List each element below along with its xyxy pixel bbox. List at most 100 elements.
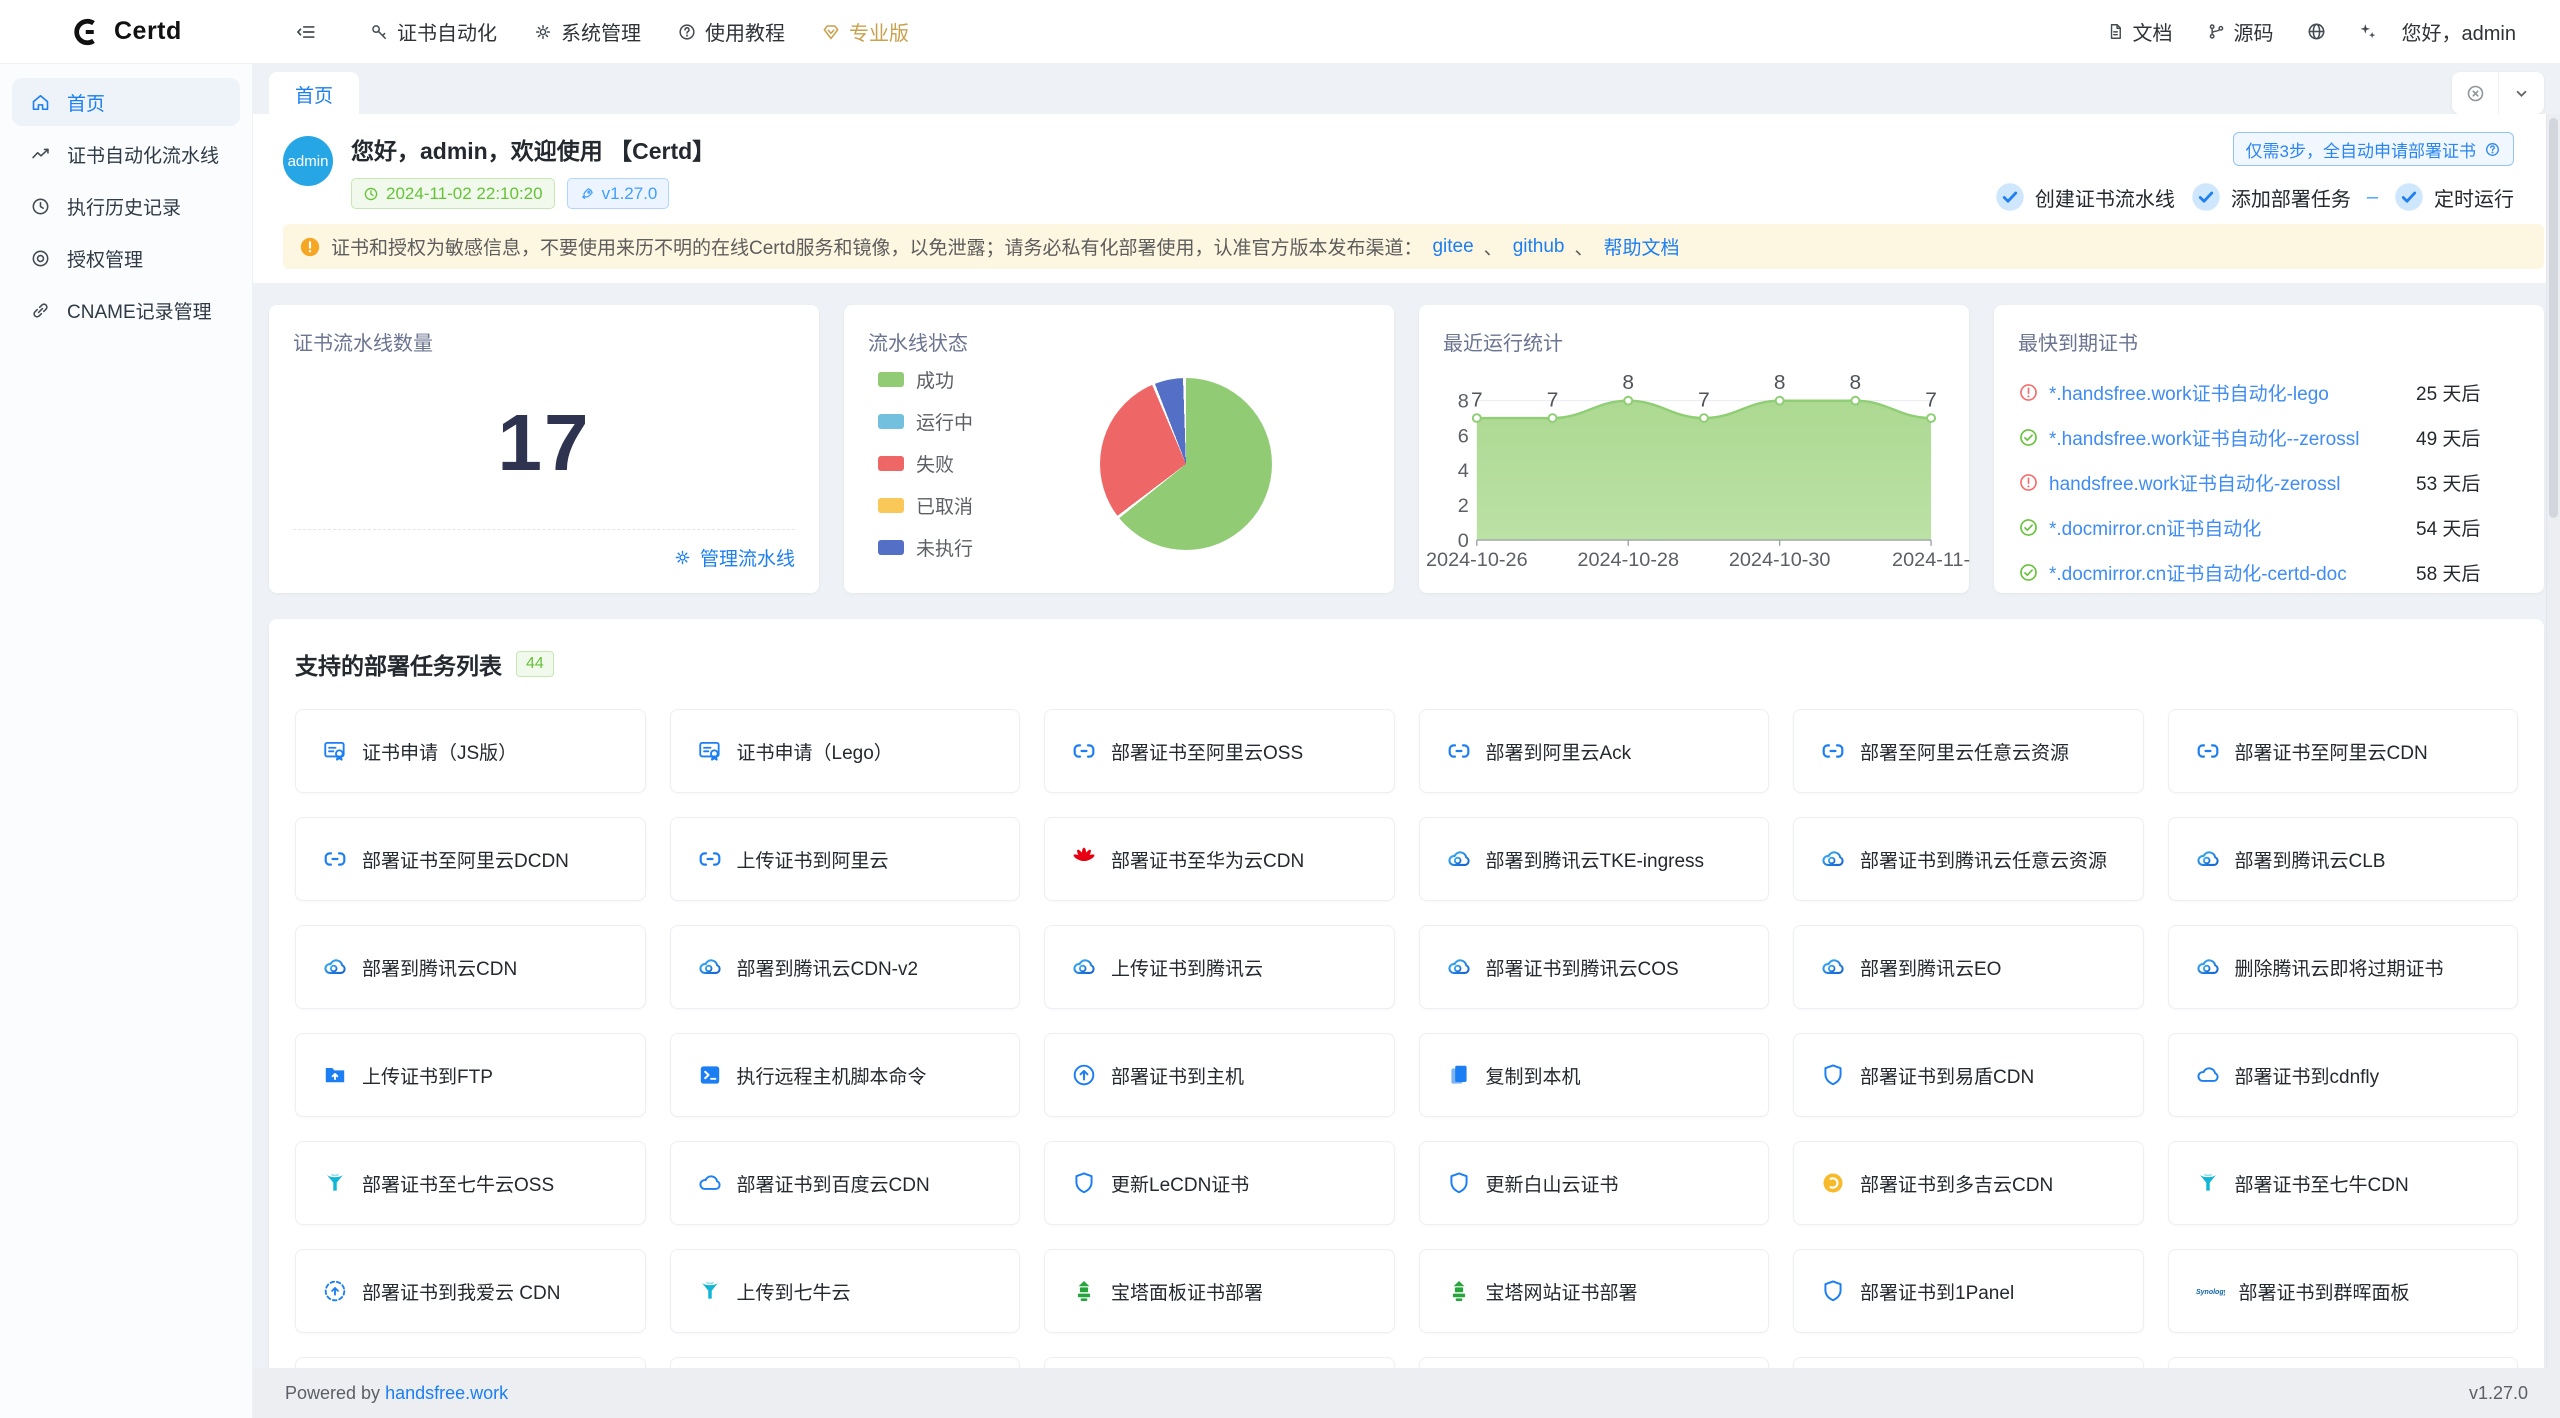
cert-pipeline-link[interactable]: *.docmirror.cn证书自动化 [2049, 514, 2406, 541]
brand[interactable]: Certd [0, 17, 253, 47]
cert-pipeline-link[interactable]: *.handsfree.work证书自动化--zerossl [2049, 424, 2406, 451]
tab-home[interactable]: 首页 [269, 72, 359, 117]
task-card[interactable]: 部署证书到易盾CDN [1793, 1033, 2144, 1117]
task-card[interactable]: 更新白山云证书 [1419, 1141, 1770, 1225]
aliyun-icon [1446, 738, 1472, 764]
task-label: 上传证书到阿里云 [737, 846, 889, 873]
rocket-icon [579, 186, 595, 202]
task-card[interactable]: 部署证书至阿里云DCDN [295, 817, 646, 901]
legend-item[interactable]: 成功 [878, 366, 973, 393]
gitee-link[interactable]: gitee [1432, 236, 1473, 258]
aliyun-icon [697, 846, 723, 872]
task-card[interactable]: 部署到阿里云Ack [1419, 709, 1770, 793]
task-card[interactable]: 部署证书到腾讯云任意云资源 [1793, 817, 2144, 901]
guide-badge[interactable]: 仅需3步，全自动申请部署证书 [2233, 132, 2514, 166]
task-card[interactable]: 部署证书到腾讯云COS [1419, 925, 1770, 1009]
task-card[interactable]: 宝塔面板证书部署 [1044, 1249, 1395, 1333]
source-label: 源码 [2234, 17, 2274, 46]
sidebar-item-cname[interactable]: CNAME记录管理 [12, 286, 240, 334]
chevron-down-icon[interactable] [2498, 72, 2544, 114]
task-card[interactable]: 上传证书到FTP [295, 1033, 646, 1117]
task-card[interactable]: 复制到本机 [1419, 1033, 1770, 1117]
expiring-certs-card: 最快到期证书 *.handsfree.work证书自动化-lego25 天后*.… [1994, 305, 2544, 593]
task-card[interactable]: 宝塔网站证书部署 [1419, 1249, 1770, 1333]
task-card[interactable]: 部署到腾讯云EO [1793, 925, 2144, 1009]
task-label: 更新LeCDN证书 [1111, 1170, 1249, 1197]
huawei-icon [1071, 846, 1097, 872]
task-card[interactable]: 部署至阿里云任意云资源 [1793, 709, 2144, 793]
task-label: 部署证书至阿里云OSS [1111, 738, 1303, 765]
legend-item[interactable]: 运行中 [878, 408, 973, 435]
task-card[interactable]: 更新LeCDN证书 [1044, 1141, 1395, 1225]
theme-sparkles-icon[interactable] [2347, 11, 2388, 52]
legend-item[interactable]: 已取消 [878, 492, 973, 519]
task-card[interactable]: 删除腾讯云即将过期证书 [2168, 925, 2519, 1009]
scrollbar-thumb[interactable] [2549, 118, 2558, 518]
task-card[interactable]: 部署到腾讯云TKE-ingress [1419, 817, 1770, 901]
recent-runs-chart[interactable]: 024682024-10-262024-10-282024-10-302024-… [1443, 360, 1945, 571]
nav-cert-automation[interactable]: 证书自动化 [355, 7, 511, 56]
task-card[interactable]: 上传证书到腾讯云 [1044, 925, 1395, 1009]
task-card[interactable]: 部署证书到cdnfly [2168, 1033, 2519, 1117]
task-card[interactable]: 部署证书到我爱云 CDN [295, 1249, 646, 1333]
manage-pipelines-link[interactable]: 管理流水线 [673, 544, 795, 571]
cert-pipeline-link[interactable]: *.docmirror.cn证书自动化-certd-doc [2049, 559, 2406, 586]
close-tabs-icon[interactable] [2452, 72, 2498, 114]
task-card-partial[interactable] [1419, 1357, 1770, 1368]
task-card[interactable]: 部署证书到百度云CDN [670, 1141, 1021, 1225]
avatar[interactable]: admin [283, 136, 333, 186]
legend-item[interactable]: 未执行 [878, 534, 973, 561]
github-link[interactable]: github [1513, 236, 1565, 258]
user-greeting[interactable]: 您好，admin [2398, 17, 2520, 46]
task-card[interactable]: 上传证书到阿里云 [670, 817, 1021, 901]
vertical-scrollbar[interactable] [2546, 114, 2560, 1368]
source-code-link[interactable]: 源码 [2195, 7, 2286, 56]
task-card-partial[interactable] [2168, 1357, 2519, 1368]
task-card[interactable]: 证书申请（JS版） [295, 709, 646, 793]
task-card[interactable]: 执行远程主机脚本命令 [670, 1033, 1021, 1117]
collapse-menu-icon[interactable] [285, 11, 327, 53]
sidebar-item-history[interactable]: 执行历史记录 [12, 182, 240, 230]
question-circle-icon [677, 22, 697, 42]
baota-icon [1071, 1278, 1097, 1304]
task-card-partial[interactable] [670, 1357, 1021, 1368]
nav-pro-version[interactable]: 专业版 [807, 7, 923, 56]
sidebar-item-home[interactable]: 首页 [12, 78, 240, 126]
legend-item[interactable]: 失败 [878, 450, 973, 477]
task-card[interactable]: 部署到腾讯云CDN-v2 [670, 925, 1021, 1009]
sidebar-item-authorization[interactable]: 授权管理 [12, 234, 240, 282]
help-doc-link[interactable]: 帮助文档 [1603, 233, 1679, 260]
task-card[interactable]: 部署到腾讯云CDN [295, 925, 646, 1009]
task-card[interactable]: 证书申请（Lego） [670, 709, 1021, 793]
language-globe-icon[interactable] [2296, 11, 2337, 52]
task-label: 证书申请（Lego） [737, 738, 893, 765]
task-card[interactable]: 部署证书至七牛CDN [2168, 1141, 2519, 1225]
sidebar-label: 授权管理 [67, 245, 143, 272]
cert-pipeline-link[interactable]: handsfree.work证书自动化-zerossl [2049, 469, 2406, 496]
sidebar-label: 证书自动化流水线 [67, 141, 219, 168]
task-card[interactable]: 部署证书到1Panel [1793, 1249, 2144, 1333]
task-card[interactable]: Synology部署证书到群晖面板 [2168, 1249, 2519, 1333]
nav-system-manage[interactable]: 系统管理 [519, 7, 655, 56]
sidebar-item-pipelines[interactable]: 证书自动化流水线 [12, 130, 240, 178]
task-card-partial[interactable] [295, 1357, 646, 1368]
task-card[interactable]: 部署证书到主机 [1044, 1033, 1395, 1117]
pipeline-status-pie[interactable] [1100, 378, 1272, 550]
svg-text:2024-10-26: 2024-10-26 [1426, 549, 1528, 571]
task-card[interactable]: 部署证书至华为云CDN [1044, 817, 1395, 901]
task-card[interactable]: 部署证书至阿里云OSS [1044, 709, 1395, 793]
task-card[interactable]: 部署证书到多吉云CDN [1793, 1141, 2144, 1225]
cert-pipeline-link[interactable]: *.handsfree.work证书自动化-lego [2049, 379, 2406, 406]
task-card[interactable]: 部署证书至七牛云OSS [295, 1141, 646, 1225]
task-label: 部署到腾讯云EO [1860, 954, 2001, 981]
task-card-partial[interactable] [1793, 1357, 2144, 1368]
clock-icon [363, 186, 379, 202]
task-card[interactable]: 部署到腾讯云CLB [2168, 817, 2519, 901]
task-card[interactable]: 部署证书至阿里云CDN [2168, 709, 2519, 793]
docs-link[interactable]: 文档 [2094, 7, 2185, 56]
task-card-partial[interactable] [1044, 1357, 1395, 1368]
nav-tutorial[interactable]: 使用教程 [663, 7, 799, 56]
task-card[interactable]: 上传到七牛云 [670, 1249, 1021, 1333]
sidebar-label: 首页 [67, 89, 105, 116]
handsfree-link[interactable]: handsfree.work [385, 1383, 508, 1404]
